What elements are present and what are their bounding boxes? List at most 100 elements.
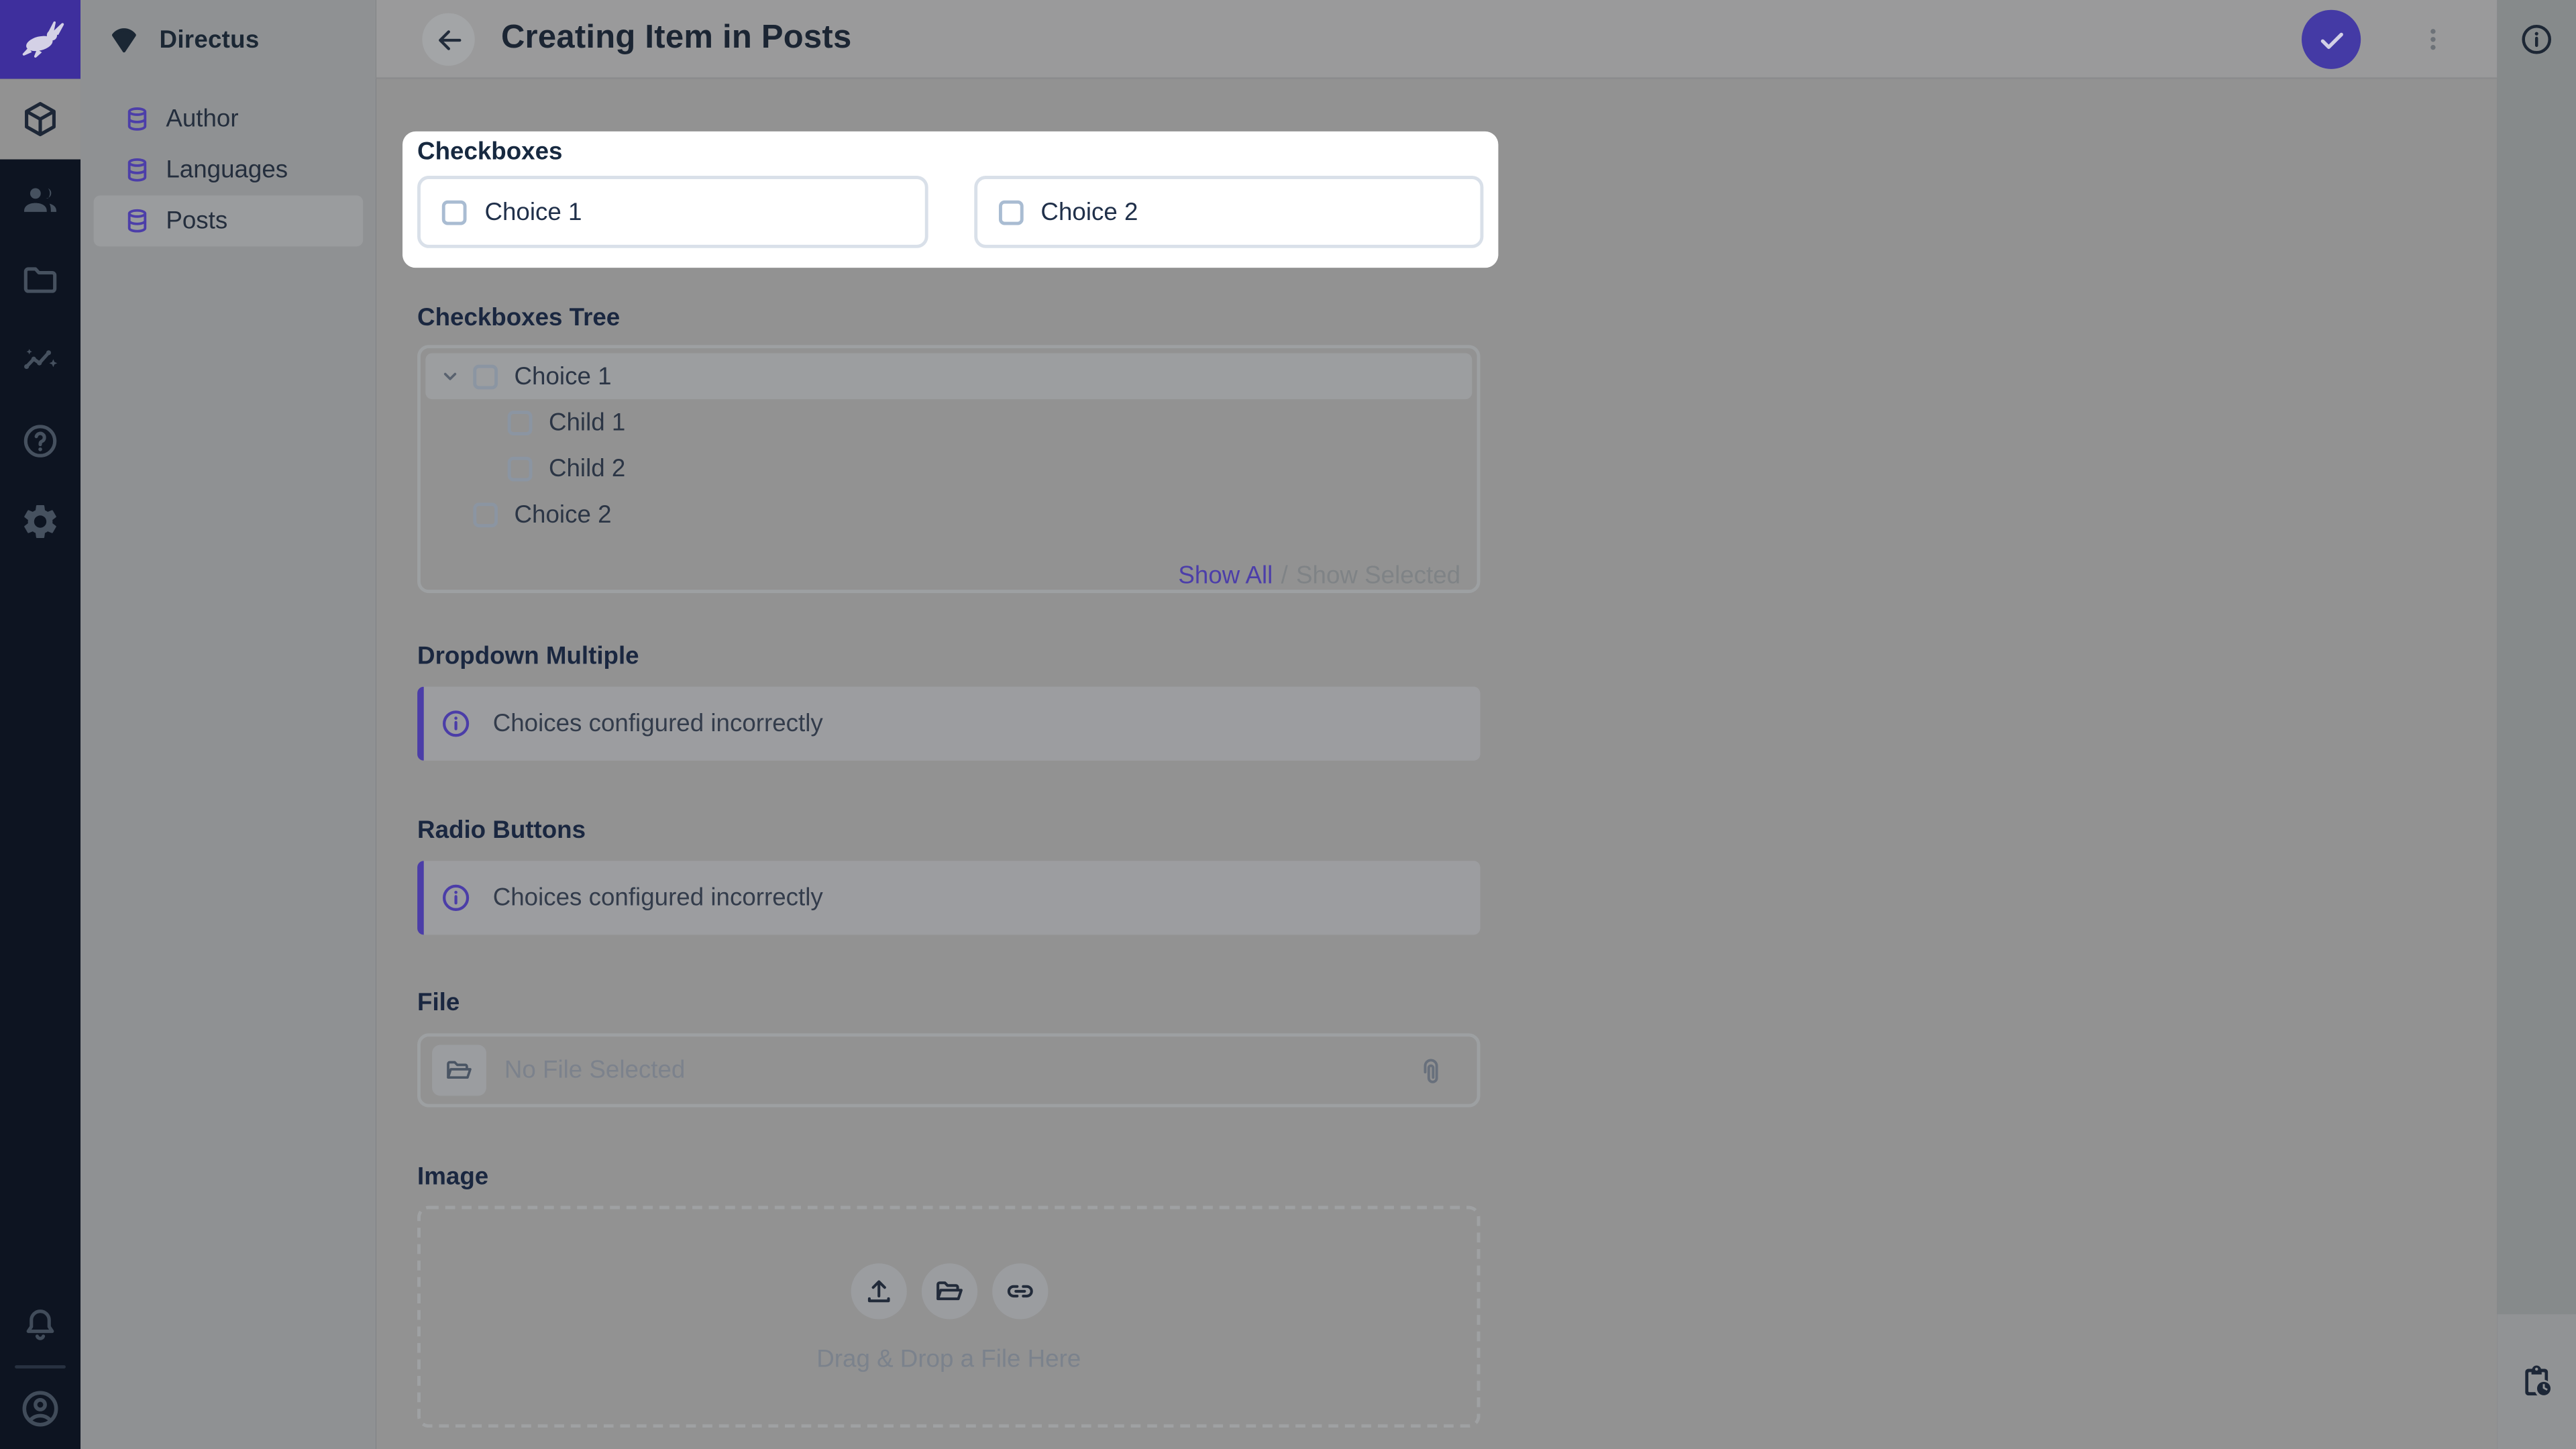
tree-row-child-2[interactable]: Child 2	[425, 445, 1472, 492]
notifications-button[interactable]	[0, 1285, 80, 1365]
more-options-button[interactable]	[2418, 23, 2448, 56]
show-all-link[interactable]: Show All	[1178, 562, 1273, 590]
insights-icon	[19, 340, 60, 381]
save-button[interactable]	[2302, 10, 2361, 69]
tree-row-label: Choice 1	[515, 362, 612, 390]
choose-from-library-button[interactable]	[921, 1263, 977, 1319]
info-icon	[440, 882, 472, 914]
checkbox-icon[interactable]	[508, 456, 533, 481]
kebab-menu-icon	[2418, 23, 2448, 56]
separator: /	[1281, 562, 1288, 590]
checkbox-label: Choice 2	[1040, 198, 1138, 226]
project-header[interactable]: Directus	[80, 0, 376, 79]
checkboxes-tree: Choice 1 Child 1 Child 2 Cho	[417, 345, 1480, 593]
tree-row-label: Child 2	[549, 454, 625, 482]
file-input[interactable]: No File Selected	[417, 1033, 1480, 1107]
field-label: Dropdown Multiple	[417, 644, 1480, 670]
module-insights-button[interactable]	[0, 321, 80, 401]
page-header: Creating Item in Posts	[376, 0, 2498, 79]
file-placeholder: No File Selected	[504, 1057, 686, 1085]
upload-icon	[861, 1275, 894, 1307]
module-users-button[interactable]	[0, 160, 80, 240]
tree-row-choice-2[interactable]: Choice 2	[425, 491, 1472, 537]
sidebar-item-label: Posts	[166, 207, 227, 235]
sidebar-item-label: Author	[166, 105, 238, 133]
choices-misconfigured-notice: Choices configured incorrectly	[417, 687, 1480, 761]
field-radio-buttons: Radio Buttons Choices configured incorre…	[417, 818, 1480, 935]
field-label: Image	[417, 1165, 1480, 1191]
notice-text: Choices configured incorrectly	[493, 710, 823, 738]
form-content: Checkboxes Choice 1 Choice 2 Checkboxes …	[376, 79, 2498, 1449]
chevron-down-icon[interactable]	[437, 363, 463, 389]
arrow-back-icon	[433, 24, 464, 56]
bell-icon	[19, 1304, 60, 1345]
field-file: File No File Selected	[417, 991, 1480, 1108]
page-title: Creating Item in Posts	[501, 0, 852, 77]
database-icon	[123, 105, 152, 133]
help-icon	[19, 421, 60, 462]
project-name: Directus	[160, 25, 260, 54]
users-icon	[19, 179, 60, 220]
folder-icon	[19, 260, 60, 301]
field-label: File	[417, 991, 1480, 1017]
field-checkboxes: Checkboxes Choice 1 Choice 2	[402, 131, 1498, 268]
checkbox-option-choice-2[interactable]: Choice 2	[973, 176, 1483, 248]
field-label: Checkboxes Tree	[417, 306, 1480, 332]
module-content-button[interactable]	[0, 79, 80, 160]
notice-text: Choices configured incorrectly	[493, 884, 823, 912]
module-docs-button[interactable]	[0, 401, 80, 482]
collections-list: Author Languages	[80, 94, 376, 247]
folder-open-icon	[432, 1045, 486, 1096]
sidebar-bottom-panel	[2497, 1314, 2576, 1449]
folder-open-icon	[932, 1275, 965, 1307]
account-button[interactable]	[0, 1368, 80, 1449]
info-icon	[2518, 21, 2555, 58]
field-image: Image	[417, 1165, 1480, 1428]
check-icon	[2314, 22, 2348, 56]
field-label: Radio Buttons	[417, 818, 1480, 845]
directus-app: Directus Author	[0, 0, 2576, 1449]
sidebar-item-label: Languages	[166, 156, 288, 184]
upload-file-button[interactable]	[850, 1263, 906, 1319]
rabbit-logo-icon	[15, 15, 64, 64]
info-button[interactable]	[2518, 21, 2555, 58]
link-icon	[1003, 1275, 1036, 1307]
tree-row-label: Choice 2	[515, 500, 612, 529]
directus-logo[interactable]	[0, 0, 80, 79]
sidebar-item-author[interactable]: Author	[94, 94, 364, 145]
database-icon	[123, 156, 152, 184]
database-icon	[123, 207, 152, 235]
checkbox-icon[interactable]	[473, 502, 498, 527]
choices-misconfigured-notice: Choices configured incorrectly	[417, 861, 1480, 934]
tree-row-child-1[interactable]: Child 1	[425, 399, 1472, 445]
show-selected-link[interactable]: Show Selected	[1296, 562, 1460, 590]
image-dropzone[interactable]: Drag & Drop a File Here	[417, 1206, 1480, 1428]
module-bar	[0, 0, 80, 1449]
import-from-url-button[interactable]	[991, 1263, 1047, 1319]
gear-icon	[19, 501, 60, 542]
tree-row-label: Child 1	[549, 409, 625, 437]
paperclip-icon[interactable]	[1415, 1057, 1448, 1089]
clipboard-clock-icon	[2517, 1362, 2557, 1401]
checkbox-icon[interactable]	[473, 364, 498, 388]
revisions-button[interactable]	[2517, 1362, 2557, 1401]
dropzone-text: Drag & Drop a File Here	[421, 1346, 1477, 1374]
checkbox-icon[interactable]	[508, 410, 533, 435]
checkbox-icon[interactable]	[442, 200, 467, 225]
tree-row-choice-1[interactable]: Choice 1	[425, 354, 1472, 400]
module-files-button[interactable]	[0, 240, 80, 321]
info-icon	[440, 708, 472, 740]
box-icon	[19, 99, 60, 140]
sidebar-item-posts[interactable]: Posts	[94, 195, 364, 246]
field-dropdown-multiple: Dropdown Multiple Choices configured inc…	[417, 644, 1480, 761]
tree-footer: Show All / Show Selected	[425, 562, 1472, 590]
checkbox-label: Choice 1	[484, 198, 582, 226]
sidebar-item-languages[interactable]: Languages	[94, 145, 364, 196]
checkbox-icon[interactable]	[998, 200, 1023, 225]
project-logo-icon	[107, 22, 141, 56]
back-button[interactable]	[422, 13, 474, 66]
module-settings-button[interactable]	[0, 482, 80, 562]
checkbox-option-choice-1[interactable]: Choice 1	[417, 176, 927, 248]
field-checkboxes-tree: Checkboxes Tree Choice 1 Child 1	[417, 306, 1480, 594]
field-label: Checkboxes	[417, 140, 1483, 166]
